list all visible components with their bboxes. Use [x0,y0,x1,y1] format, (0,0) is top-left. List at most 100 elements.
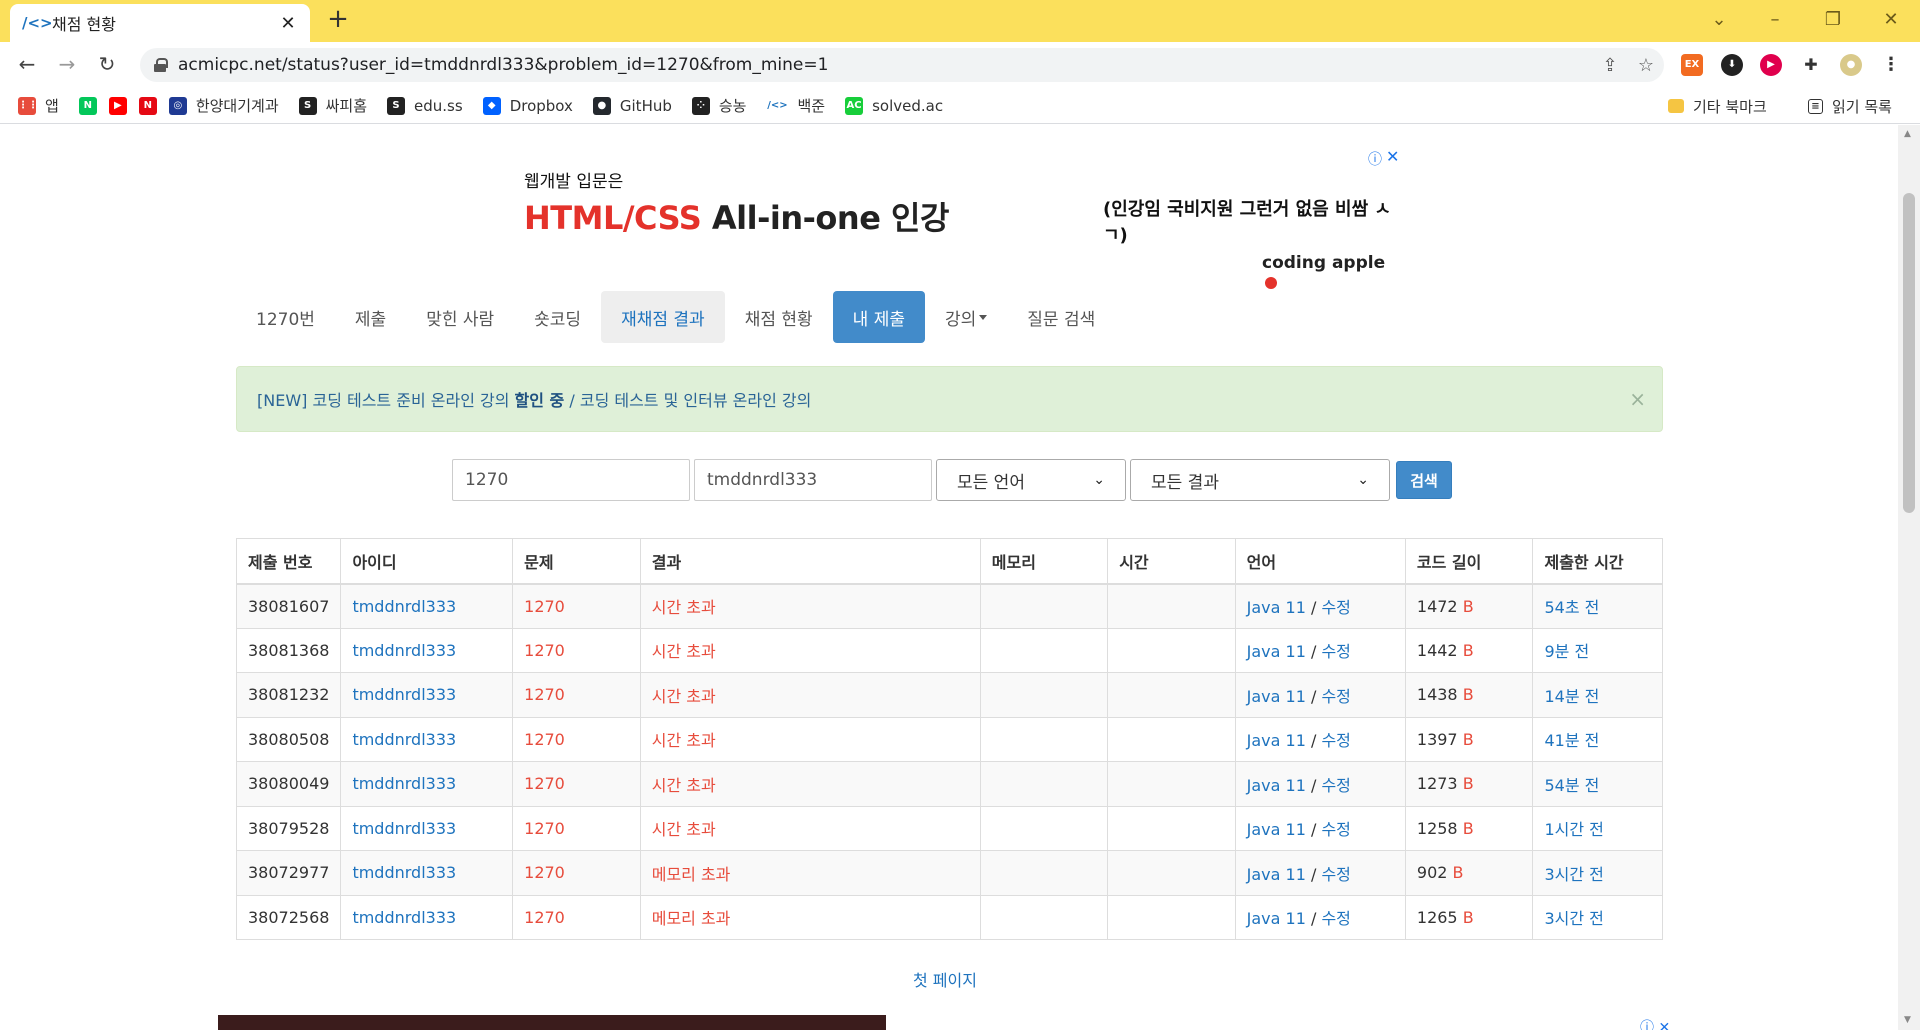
browser-tab[interactable]: /<> 채점 현황 ✕ [10,4,310,42]
user-link[interactable]: tmddnrdl333 [352,641,456,660]
nav-tab[interactable]: 재채점 결과 [601,291,725,343]
language-link[interactable]: Java 11 [1247,820,1306,839]
code-length-unit[interactable]: B [1463,908,1474,927]
edit-link[interactable]: 수정 [1321,731,1350,750]
user-link[interactable]: tmddnrdl333 [352,685,456,704]
code-length-unit[interactable]: B [1463,597,1474,616]
alert-close-icon[interactable]: × [1629,387,1646,411]
problem-link[interactable]: 1270 [524,730,565,749]
restore-icon[interactable]: ❐ [1818,8,1848,34]
edit-link[interactable]: 수정 [1321,909,1350,928]
search-button[interactable]: 검색 [1396,461,1452,499]
share-icon[interactable]: ⇪ [1592,55,1628,76]
nav-tab[interactable]: 맞힌 사람 [406,291,514,343]
edit-link[interactable]: 수정 [1321,776,1350,795]
language-link[interactable]: Java 11 [1247,598,1306,617]
ex-extension-icon[interactable]: EX [1681,54,1703,76]
bookmark-item[interactable]: S 싸피홈 [298,95,367,116]
submitted-time[interactable]: 41분 전 [1544,731,1599,750]
page-scrollbar[interactable]: ▲ ▼ [1898,125,1920,1030]
promo-alert[interactable]: [NEW] 코딩 테스트 준비 온라인 강의 할인 중 / 코딩 테스트 및 인… [236,366,1663,432]
nav-tab[interactable]: 채점 현황 [725,291,833,343]
ad-banner[interactable]: 웹개발 입문은 HTML/CSS All-in-one 인강 (인강임 국비지원… [520,145,1400,289]
bottom-ad-banner[interactable] [218,1015,886,1030]
language-link[interactable]: Java 11 [1247,909,1306,928]
menu-kebab-icon[interactable]: ⋮ [1880,54,1902,76]
nav-tab[interactable]: 내 제출 [832,291,925,343]
language-link[interactable]: Java 11 [1247,776,1306,795]
user-id-input[interactable]: tmddnrdl333 [694,459,932,501]
bookmark-item[interactable]: Sedu.ss [387,96,463,115]
user-link[interactable]: tmddnrdl333 [352,730,456,749]
reload-icon[interactable]: ↻ [92,50,122,80]
first-page-link[interactable]: 첫 페이지 [913,967,977,991]
bookmark-item[interactable]: AC solved.ac [845,96,943,115]
language-link[interactable]: Java 11 [1247,642,1306,661]
other-bookmarks[interactable]: 기타 북마크 [1668,88,1767,124]
download-extension-icon[interactable]: ⬇ [1721,54,1743,76]
user-link[interactable]: tmddnrdl333 [352,863,456,882]
nav-tab[interactable]: 질문 검색 [1007,291,1115,343]
code-length-unit[interactable]: B [1453,863,1464,882]
forward-icon[interactable]: → [52,50,82,80]
submitted-time[interactable]: 9분 전 [1544,642,1589,661]
code-length-unit[interactable]: B [1463,819,1474,838]
minimize-icon[interactable]: – [1760,8,1790,34]
nav-tab[interactable]: 1270번 [236,291,335,343]
ad-close-icon[interactable]: ✕ [1386,147,1399,166]
close-window-icon[interactable]: ✕ [1876,8,1906,34]
nav-tab[interactable]: 숏코딩 [514,291,601,343]
bookmark-item[interactable]: ⁘ 승농 [691,95,746,116]
language-select[interactable]: 모든 언어 ⌄ [936,459,1126,501]
user-link[interactable]: tmddnrdl333 [352,597,456,616]
problem-id-input[interactable]: 1270 [452,459,690,501]
profile-avatar[interactable]: ● [1840,54,1862,76]
code-length-unit[interactable]: B [1463,641,1474,660]
problem-link[interactable]: 1270 [524,597,565,616]
submitted-time[interactable]: 54분 전 [1544,776,1599,795]
bookmark-star-icon[interactable]: ☆ [1628,55,1664,76]
nav-tab[interactable]: 강의 [925,291,1007,343]
code-length-unit[interactable]: B [1463,685,1474,704]
submitted-time[interactable]: 14분 전 [1544,687,1599,706]
language-link[interactable]: Java 11 [1247,731,1306,750]
bookmark-item[interactable]: ◆ Dropbox [482,96,573,115]
tab-search-chevron-icon[interactable]: ⌄ [1704,8,1734,34]
alert-text[interactable]: [NEW] 코딩 테스트 준비 온라인 강의 할인 중 / 코딩 테스트 및 인… [257,387,811,411]
edit-link[interactable]: 수정 [1321,598,1350,617]
bookmark-item[interactable]: ● GitHub [592,96,672,115]
address-bar[interactable]: acmicpc.net/status?user_id=tmddnrdl333&p… [140,48,1664,82]
ad-info-icon[interactable]: ⓘ [1368,149,1382,169]
language-link[interactable]: Java 11 [1247,865,1306,884]
code-length-unit[interactable]: B [1463,774,1474,793]
bookmark-item[interactable]: N [78,96,97,115]
edit-link[interactable]: 수정 [1321,865,1350,884]
lock-icon[interactable] [154,58,168,72]
bookmark-item[interactable]: N [138,96,157,115]
scroll-thumb[interactable] [1903,193,1915,513]
tab-close-icon[interactable]: ✕ [278,13,298,34]
edit-link[interactable]: 수정 [1321,687,1350,706]
user-link[interactable]: tmddnrdl333 [352,774,456,793]
problem-link[interactable]: 1270 [524,819,565,838]
edit-link[interactable]: 수정 [1321,820,1350,839]
bottom-ad-close-icon[interactable]: ⓘ ✕ [1640,1017,1670,1030]
bookmark-item[interactable]: /<> 백준 [766,95,825,116]
user-link[interactable]: tmddnrdl333 [352,819,456,838]
back-icon[interactable]: ← [12,50,42,80]
submitted-time[interactable]: 1시간 전 [1544,820,1603,839]
problem-link[interactable]: 1270 [524,685,565,704]
bookmark-item[interactable]: ◎ 한양대기계과 [168,95,279,116]
problem-link[interactable]: 1270 [524,641,565,660]
language-link[interactable]: Java 11 [1247,687,1306,706]
bookmark-item[interactable]: ▶ [108,96,127,115]
problem-link[interactable]: 1270 [524,774,565,793]
nav-tab[interactable]: 제출 [335,291,406,343]
submitted-time[interactable]: 3시간 전 [1544,865,1603,884]
code-length-unit[interactable]: B [1463,730,1474,749]
result-select[interactable]: 모든 결과 ⌄ [1130,459,1390,501]
submitted-time[interactable]: 3시간 전 [1544,909,1603,928]
new-tab-icon[interactable]: + [324,6,352,34]
url-text[interactable]: acmicpc.net/status?user_id=tmddnrdl333&p… [178,55,1592,75]
bookmark-item[interactable]: ⋮⋮ 앱 [18,95,59,116]
